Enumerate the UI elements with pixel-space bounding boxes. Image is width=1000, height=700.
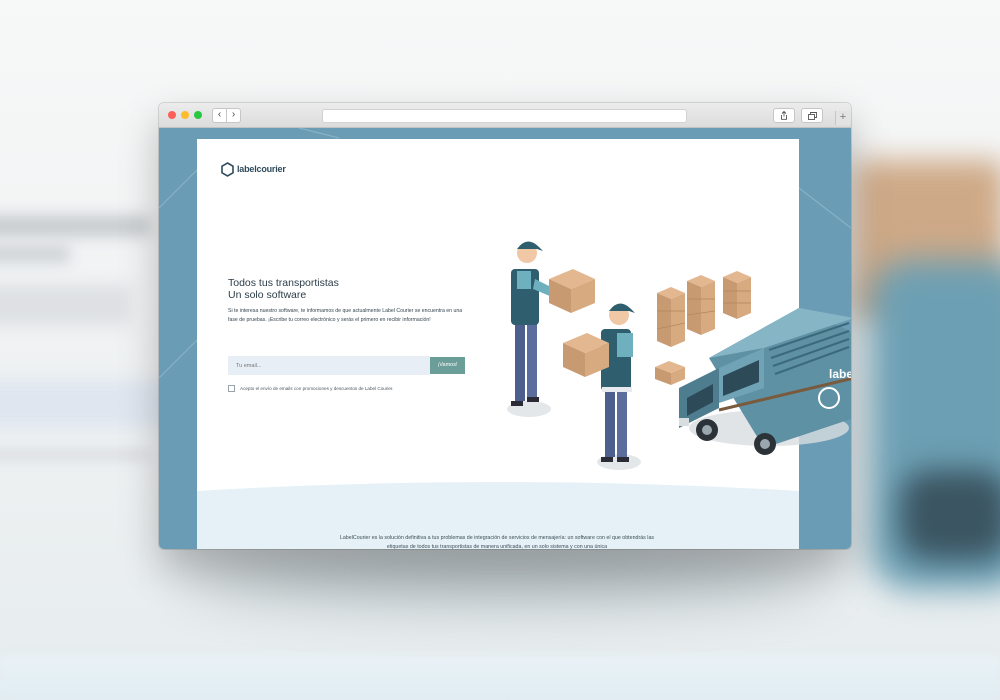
zoom-window-button[interactable] [194,111,202,119]
consent-label: Acepto el envío de emails con promocione… [240,386,394,391]
brand-logo[interactable]: labelcourier [221,161,286,177]
back-button[interactable]: ‹ [212,108,227,123]
logo-suffix: courier [256,164,286,174]
address-bar[interactable] [322,109,687,123]
forward-button[interactable]: › [226,108,241,123]
browser-window: ‹ › + labelcourier Todos tus transportis… [159,103,851,549]
submit-button[interactable]: ¡Vamos! [430,357,465,374]
hexagon-logo-icon [221,161,234,177]
consent-checkbox[interactable] [228,385,235,392]
share-button[interactable] [773,108,795,123]
delivery-truck-icon: label [679,308,851,455]
show-tabs-button[interactable] [801,108,823,123]
courier-person-icon [511,241,559,406]
consent-row: Acepto el envío de emails con promocione… [228,385,393,392]
truck-brand-label: label [829,367,851,381]
cardboard-box-icon [549,269,595,313]
tabs-icon [807,111,817,120]
logo-wordmark: labelcourier [237,164,286,174]
new-tab-button[interactable]: + [835,111,850,125]
headline-line-2: Un solo software [228,289,307,301]
page-headline: Todos tus transportistas Un solo softwar… [228,277,339,301]
intro-description: Si te interesa nuestro software, te info… [228,308,463,323]
close-window-button[interactable] [168,111,176,119]
share-icon [781,110,787,120]
logo-prefix: label [237,164,257,174]
browser-toolbar: ‹ › + [159,103,851,128]
footer-description: LabelCourier es la solución definitiva a… [339,535,655,549]
page-viewport: labelcourier Todos tus transportistas Un… [159,128,851,549]
minimize-window-button[interactable] [181,111,189,119]
courier-person-icon [601,303,635,462]
email-input[interactable] [228,356,430,375]
headline-line-1: Todos tus transportistas [228,277,339,289]
